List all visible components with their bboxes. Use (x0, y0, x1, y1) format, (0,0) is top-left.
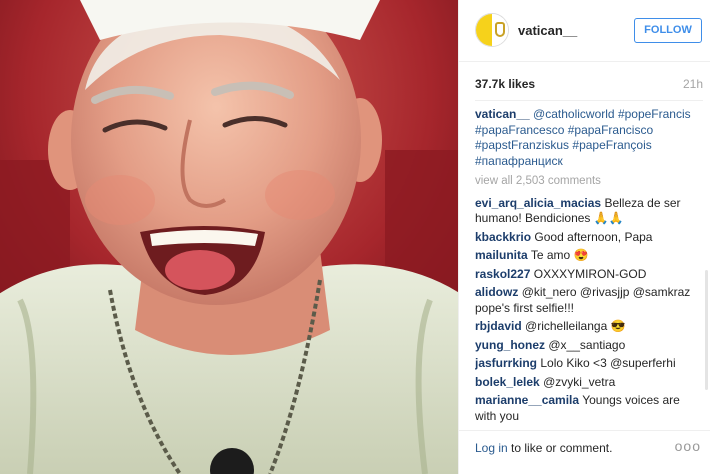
comment-text: @richelleilanga 😎 (525, 319, 626, 333)
pope-selfie-image (0, 0, 458, 474)
hashtag-link[interactable]: #папафранциск (475, 154, 563, 168)
caption: vatican__ @catholicworld #popeFrancis #p… (475, 107, 703, 169)
ellipsis-icon[interactable]: ooo (675, 438, 701, 454)
comment-text: @zvyki_vetra (543, 374, 616, 389)
comment: evi_arq_alicia_macias Belleza de ser hum… (475, 196, 703, 227)
avatar[interactable] (475, 13, 509, 47)
comment: alidowz @kit_nero @rivasjjp @samkraz pop… (475, 285, 703, 316)
comment-username[interactable]: marianne__camila (475, 393, 579, 407)
comment: mailunita Te amo 😍 (475, 248, 703, 264)
likes-count[interactable]: 37.7k likes (475, 77, 535, 91)
comment-list[interactable]: vatican__ @catholicworld #popeFrancis #p… (475, 107, 703, 424)
comment-username[interactable]: alidowz (475, 285, 518, 299)
view-all-comments-link[interactable]: view all 2,503 comments (475, 174, 703, 190)
comment-text: OXXXYMIRON-GOD (533, 266, 647, 281)
comment-username[interactable]: rbjdavid (475, 319, 522, 333)
hashtag-link[interactable]: #papstFranziskus (475, 138, 569, 152)
hashtag-link[interactable]: #popeFrancis (618, 107, 691, 121)
comment: yung_honez @x__santiago (475, 338, 703, 354)
comment-username[interactable]: raskol227 (475, 267, 530, 281)
comment-text: Lolo Kiko <3 @superferhi (540, 356, 676, 370)
comment: raskol227 OXXXYMIRON-GOD (475, 267, 703, 283)
comment-username[interactable]: bolek_lelek (475, 375, 540, 389)
comments-scrollbar[interactable] (705, 270, 708, 390)
comment-text: @x__santiago (548, 337, 626, 352)
login-prompt-text: to like or comment. (507, 441, 613, 455)
caption-username[interactable]: vatican__ (475, 107, 530, 121)
comment: marianne__camila Youngs voices are with … (475, 393, 703, 424)
login-link[interactable]: Log in (475, 441, 508, 455)
username-link[interactable]: vatican__ (518, 23, 577, 38)
post-stats: 37.7k likes 21h (475, 77, 703, 93)
comment: bolek_lelek @zvyki_vetra (475, 375, 703, 391)
comment: kbackkrio Good afternoon, Papa (475, 230, 703, 246)
comment-username[interactable]: mailunita (475, 248, 528, 262)
divider (475, 100, 703, 101)
keys-emblem-icon (495, 22, 505, 37)
post-footer: Log in to like or comment. ooo (459, 430, 710, 474)
comment-text: Te amo 😍 (530, 248, 589, 262)
comment: rbjdavid @richelleilanga 😎 (475, 319, 703, 335)
comment-text: Good afternoon, Papa (534, 229, 653, 244)
comment-username[interactable]: jasfurrking (475, 356, 537, 370)
comment-username[interactable]: evi_arq_alicia_macias (475, 196, 601, 210)
comment: jasfurrking Lolo Kiko <3 @superferhi (475, 356, 703, 372)
post-side-panel: vatican__ FOLLOW 37.7k likes 21h vatican… (458, 0, 710, 474)
hashtag-link[interactable]: #papaFrancesco (475, 123, 564, 137)
follow-button[interactable]: FOLLOW (634, 18, 702, 43)
hashtag-link[interactable]: @catholicworld (533, 107, 615, 121)
hashtag-link[interactable]: #papaFrancisco (568, 123, 653, 137)
comment-username[interactable]: kbackkrio (475, 230, 531, 244)
post-photo[interactable] (0, 0, 458, 474)
post-header: vatican__ FOLLOW (459, 0, 710, 62)
hashtag-link[interactable]: #papeFrançois (572, 138, 651, 152)
post-time[interactable]: 21h (683, 77, 703, 91)
avatar-flag-yellow (476, 14, 492, 46)
comment-username[interactable]: yung_honez (475, 338, 545, 352)
login-prompt: Log in to like or comment. (475, 441, 612, 455)
